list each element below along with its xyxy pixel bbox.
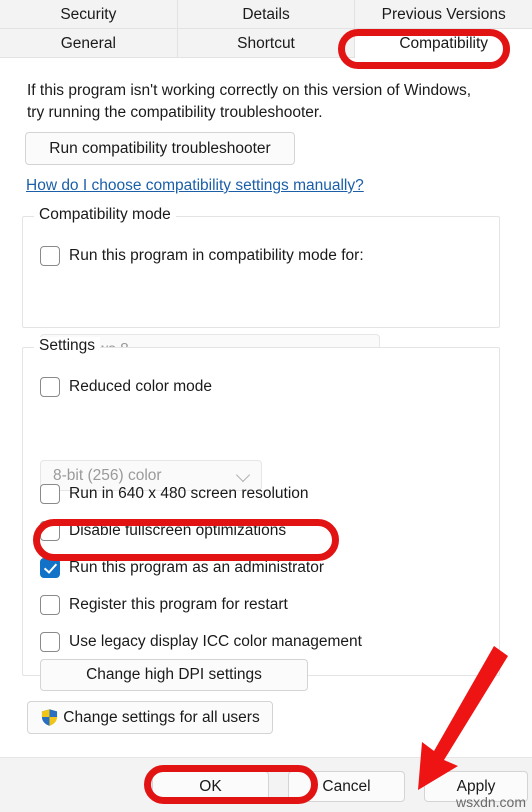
checkbox-label-compatibility-mode: Run this program in compatibility mode f… bbox=[69, 247, 364, 264]
checkbox-row-reduced-color-mode[interactable]: Reduced color mode bbox=[40, 375, 212, 399]
settings-group-title: Settings bbox=[34, 337, 101, 355]
checkbox-row-legacy-icc[interactable]: Use legacy display ICC color management bbox=[40, 630, 362, 654]
tab-compatibility[interactable]: Compatibility bbox=[355, 29, 532, 58]
compatibility-mode-group: Compatibility mode bbox=[22, 206, 500, 328]
checkbox-label-register-for-restart: Register this program for restart bbox=[69, 596, 288, 613]
tab-strip: Security Details Previous Versions Gener… bbox=[0, 0, 532, 58]
checkbox-label-640x480: Run in 640 x 480 screen resolution bbox=[69, 485, 309, 502]
intro-text: If this program isn't working correctly … bbox=[27, 82, 472, 121]
tab-row-top: Security Details Previous Versions bbox=[0, 0, 532, 29]
watermark: wsxdn.com bbox=[455, 794, 526, 810]
checkbox-row-run-as-administrator[interactable]: Run this program as an administrator bbox=[40, 556, 324, 580]
compatibility-mode-group-title: Compatibility mode bbox=[34, 206, 176, 224]
checkbox-register-for-restart[interactable] bbox=[40, 595, 60, 615]
checkbox-row-register-for-restart[interactable]: Register this program for restart bbox=[40, 593, 288, 617]
checkbox-label-run-as-administrator: Run this program as an administrator bbox=[69, 559, 325, 576]
chevron-down-icon bbox=[235, 467, 251, 482]
checkbox-640x480[interactable] bbox=[40, 484, 60, 504]
compatibility-pane: If this program isn't working correctly … bbox=[0, 58, 532, 757]
dialog-footer: OK Cancel Apply bbox=[0, 757, 532, 812]
checkbox-label-reduced-color-mode: Reduced color mode bbox=[69, 378, 213, 395]
uac-shield-icon bbox=[40, 708, 59, 727]
cancel-button[interactable]: Cancel bbox=[288, 771, 405, 802]
checkbox-row-640x480[interactable]: Run in 640 x 480 screen resolution bbox=[40, 482, 309, 506]
ok-button[interactable]: OK bbox=[152, 771, 269, 802]
tab-details[interactable]: Details bbox=[177, 0, 356, 29]
checkbox-run-as-administrator[interactable] bbox=[40, 558, 60, 578]
properties-dialog: Security Details Previous Versions Gener… bbox=[0, 0, 532, 812]
tab-previous-versions[interactable]: Previous Versions bbox=[355, 0, 532, 29]
checkbox-row-disable-fullscreen-optimizations[interactable]: Disable fullscreen optimizations bbox=[40, 519, 286, 543]
tab-general[interactable]: General bbox=[0, 29, 178, 58]
run-compatibility-troubleshooter-button[interactable]: Run compatibility troubleshooter bbox=[25, 132, 295, 165]
checkbox-disable-fullscreen-optimizations[interactable] bbox=[40, 521, 60, 541]
checkbox-row-compatibility-mode[interactable]: Run this program in compatibility mode f… bbox=[40, 244, 364, 268]
tab-shortcut[interactable]: Shortcut bbox=[177, 29, 356, 58]
change-settings-for-all-users-label: Change settings for all users bbox=[63, 709, 260, 726]
compatibility-settings-help-link[interactable]: How do I choose compatibility settings m… bbox=[26, 177, 364, 195]
change-high-dpi-settings-button[interactable]: Change high DPI settings bbox=[40, 659, 308, 691]
tab-security[interactable]: Security bbox=[0, 0, 178, 29]
change-settings-for-all-users-button[interactable]: Change settings for all users bbox=[27, 701, 273, 734]
checkbox-reduced-color-mode[interactable] bbox=[40, 377, 60, 397]
checkbox-label-disable-fullscreen-optimizations: Disable fullscreen optimizations bbox=[69, 522, 287, 539]
checkbox-legacy-icc[interactable] bbox=[40, 632, 60, 652]
checkbox-label-legacy-icc: Use legacy display ICC color management bbox=[69, 633, 362, 650]
tab-row-bottom: General Shortcut Compatibility bbox=[0, 29, 532, 58]
checkbox-compatibility-mode[interactable] bbox=[40, 246, 60, 266]
